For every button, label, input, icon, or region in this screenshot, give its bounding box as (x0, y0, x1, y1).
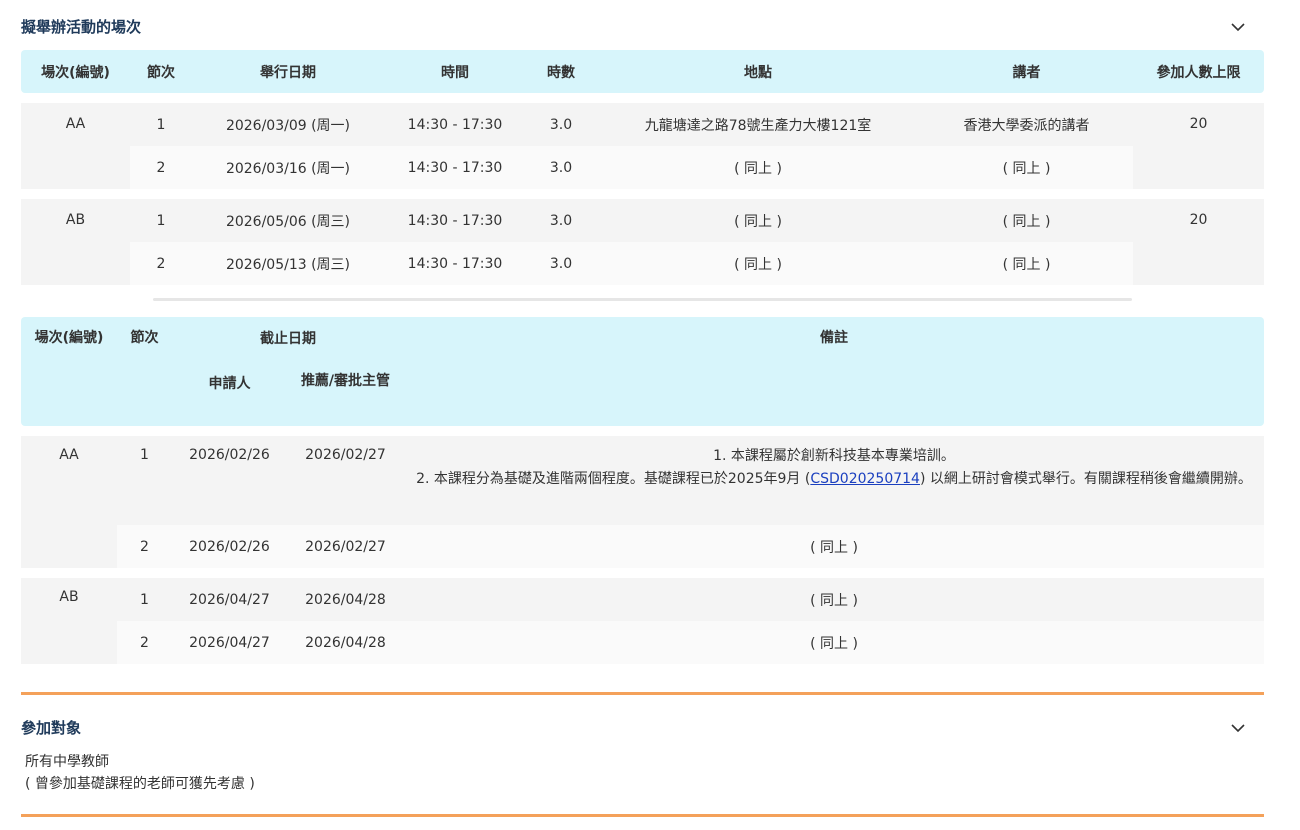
col-header-applicant: 申請人 (172, 359, 287, 426)
col-header-approver: 推薦/審批主管 (287, 359, 404, 426)
session-limit: 20 (1133, 103, 1264, 189)
session-seq: 1 (130, 103, 192, 146)
deadline-applicant: 2026/02/26 (172, 436, 287, 525)
chevron-down-icon[interactable] (1229, 18, 1247, 36)
session-seq: 2 (130, 146, 192, 189)
session-hours: 3.0 (526, 103, 596, 146)
session-time: 14:30 - 17:30 (384, 103, 526, 146)
deadline-code: AB (21, 578, 117, 664)
col-header-date: 舉行日期 (192, 50, 384, 93)
session-venue: ( 同上 ) (596, 242, 920, 285)
session-speaker: ( 同上 ) (920, 242, 1133, 285)
col-header-seq: 節次 (130, 50, 192, 93)
section-divider (21, 814, 1264, 817)
deadline-code: AA (21, 436, 117, 568)
horizontal-scrollbar[interactable] (153, 298, 1132, 301)
remark-line-1: 1. 本課程屬於創新科技基本專業培訓。 (713, 448, 955, 464)
deadline-seq: 2 (117, 525, 172, 568)
course-code-link[interactable]: CSD020250714 (810, 471, 920, 487)
remark-line-2: 2. 本課程分為基礎及進階兩個程度。基礎課程已於2025年9月 (CSD0202… (412, 468, 1256, 491)
session-hours: 3.0 (526, 242, 596, 285)
col-header-seq: 節次 (117, 317, 172, 426)
deadline-approver: 2026/04/28 (287, 578, 404, 621)
table-row: AB 1 2026/05/06 (周三) 14:30 - 17:30 3.0 (… (21, 199, 1264, 285)
target-line-1: 所有中學教師 (25, 754, 109, 770)
col-header-venue: 地點 (596, 50, 920, 93)
deadline-approver: 2026/02/27 (287, 436, 404, 525)
chevron-down-icon[interactable] (1229, 719, 1247, 737)
col-header-speaker: 講者 (920, 50, 1133, 93)
session-venue: ( 同上 ) (596, 199, 920, 242)
deadline-approver: 2026/04/28 (287, 621, 404, 664)
target-section-title: 參加對象 (21, 719, 82, 737)
deadline-applicant: 2026/02/26 (172, 525, 287, 568)
table-row: 2 2026/03/16 (周一) 14:30 - 17:30 3.0 ( 同上… (21, 146, 1264, 189)
session-code: AB (21, 199, 130, 285)
session-venue: 九龍塘達之路78號生產力大樓121室 (596, 103, 920, 146)
sessions-section-title: 擬舉辦活動的場次 (21, 18, 142, 36)
section-divider (21, 692, 1264, 695)
session-date: 2026/05/13 (周三) (192, 242, 384, 285)
deadline-remark: 1. 本課程屬於創新科技基本專業培訓。 2. 本課程分為基礎及進階兩個程度。基礎… (404, 436, 1264, 525)
deadline-seq: 2 (117, 621, 172, 664)
col-header-hours: 時數 (526, 50, 596, 93)
col-header-deadline: 截止日期 (172, 317, 404, 359)
session-limit: 20 (1133, 199, 1264, 285)
session-date: 2026/05/06 (周三) (192, 199, 384, 242)
table-row: AA 1 2026/03/09 (周一) 14:30 - 17:30 3.0 九… (21, 103, 1264, 189)
session-hours: 3.0 (526, 146, 596, 189)
deadline-table: 場次(編號) 節次 截止日期 備註 申請人 推薦/審批主管 AA 1 2026/… (21, 317, 1264, 664)
target-audience-text: 所有中學教師 ( 曾參加基礎課程的老師可獲先考慮 ) (25, 751, 255, 795)
session-seq: 2 (130, 242, 192, 285)
session-code: AA (21, 103, 130, 189)
deadline-approver: 2026/02/27 (287, 525, 404, 568)
session-time: 14:30 - 17:30 (384, 199, 526, 242)
col-header-time: 時間 (384, 50, 526, 93)
session-speaker: ( 同上 ) (920, 199, 1133, 242)
col-header-remarks: 備註 (404, 317, 1264, 426)
deadline-seq: 1 (117, 578, 172, 621)
session-date: 2026/03/16 (周一) (192, 146, 384, 189)
session-hours: 3.0 (526, 199, 596, 242)
col-header-code: 場次(編號) (21, 50, 130, 93)
deadline-remark: ( 同上 ) (404, 578, 1264, 621)
session-time: 14:30 - 17:30 (384, 242, 526, 285)
deadline-seq: 1 (117, 436, 172, 525)
deadline-remark: ( 同上 ) (404, 525, 1264, 568)
session-speaker: ( 同上 ) (920, 146, 1133, 189)
deadline-applicant: 2026/04/27 (172, 578, 287, 621)
session-seq: 1 (130, 199, 192, 242)
remark-text-after: ) 以網上研討會模式舉行。有關課程稍後會繼續開辦。 (919, 471, 1252, 487)
table-row: 2 2026/02/26 2026/02/27 ( 同上 ) (21, 525, 1264, 568)
table-row: AA 1 2026/02/26 2026/02/27 1. 本課程屬於創新科技基… (21, 436, 1264, 568)
remark-text-before: 2. 本課程分為基礎及進階兩個程度。基礎課程已於2025年9月 ( (416, 471, 811, 487)
table-row: AB 1 2026/04/27 2026/04/28 ( 同上 ) (21, 578, 1264, 664)
col-header-code: 場次(編號) (21, 317, 117, 426)
session-date: 2026/03/09 (周一) (192, 103, 384, 146)
deadline-remark: ( 同上 ) (404, 621, 1264, 664)
target-line-2: ( 曾參加基礎課程的老師可獲先考慮 ) (25, 776, 255, 792)
session-time: 14:30 - 17:30 (384, 146, 526, 189)
col-header-limit: 參加人數上限 (1133, 50, 1264, 93)
session-speaker: 香港大學委派的講者 (920, 103, 1133, 146)
table-row: 2 2026/05/13 (周三) 14:30 - 17:30 3.0 ( 同上… (21, 242, 1264, 285)
schedule-table: 場次(編號) 節次 舉行日期 時間 時數 地點 講者 參加人數上限 AA 1 2… (21, 50, 1264, 285)
session-venue: ( 同上 ) (596, 146, 920, 189)
deadline-applicant: 2026/04/27 (172, 621, 287, 664)
table-row: 2 2026/04/27 2026/04/28 ( 同上 ) (21, 621, 1264, 664)
